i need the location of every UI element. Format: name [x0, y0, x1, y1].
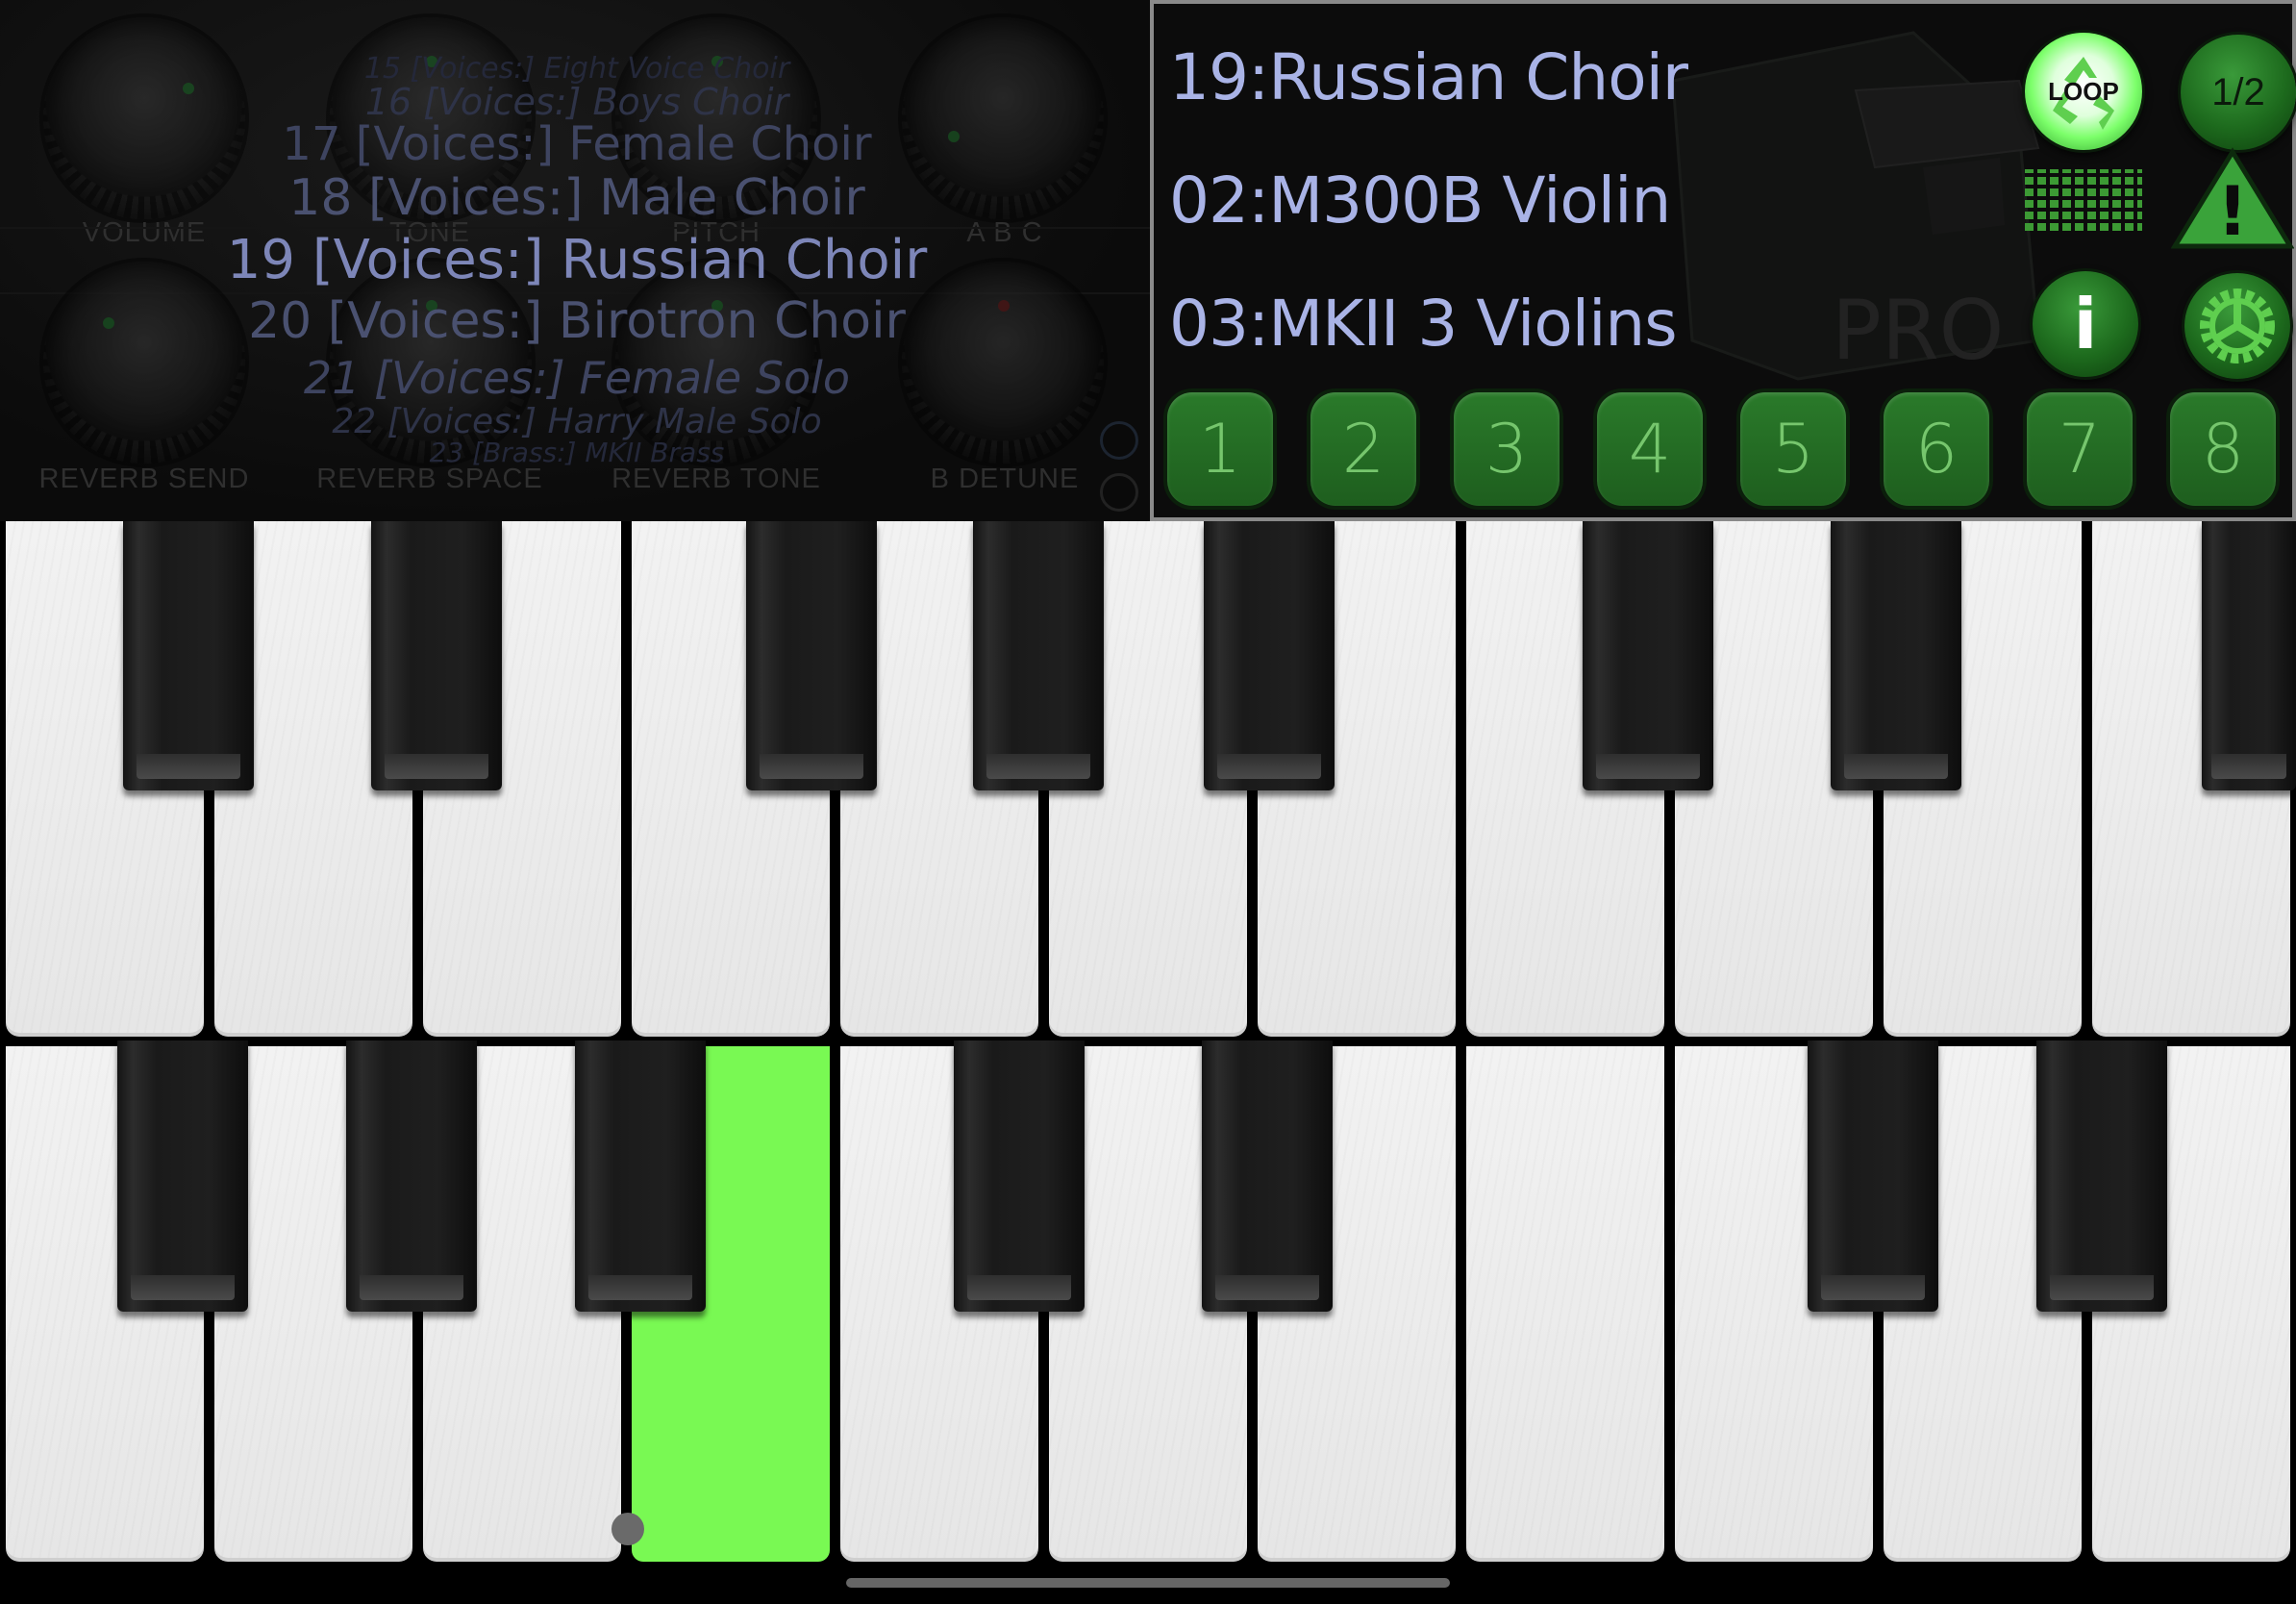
toggle-button-bottom[interactable] — [1100, 473, 1138, 512]
preset-item[interactable]: 17 [Voices:] Female Choir — [144, 117, 1010, 171]
bank-button-6[interactable]: 6 — [1884, 392, 1989, 506]
lower-black-key[interactable] — [954, 1040, 1085, 1312]
lower-black-key[interactable] — [1808, 1040, 1938, 1312]
upper-black-key[interactable] — [973, 521, 1104, 790]
lower-black-key[interactable] — [575, 1040, 706, 1312]
lower-black-key[interactable] — [2036, 1040, 2167, 1312]
upper-keyboard — [0, 521, 2296, 1040]
lower-black-key[interactable] — [1202, 1040, 1333, 1312]
preset-item[interactable]: 20 [Voices:] Birotron Choir — [144, 292, 1010, 350]
preset-item[interactable]: 21 [Voices:] Female Solo — [144, 352, 1010, 404]
upper-black-key[interactable] — [746, 521, 877, 790]
upper-black-key[interactable] — [2202, 521, 2296, 790]
preset-item[interactable]: 23 [Brass:] MKII Brass — [144, 437, 1010, 468]
info-icon: i — [2073, 284, 2098, 364]
svg-text:!: ! — [2217, 172, 2248, 251]
slot-a-name[interactable]: 19:Russian Choir — [1169, 40, 1688, 114]
bank-button-7[interactable]: 7 — [2027, 392, 2133, 506]
lower-white-key[interactable] — [1466, 1046, 1664, 1562]
loop-button[interactable]: LOOP — [2025, 33, 2142, 150]
bank-button-8[interactable]: 8 — [2170, 392, 2276, 506]
lower-keyboard — [0, 1040, 2296, 1562]
half-label: 1/2 — [2211, 70, 2265, 113]
upper-black-key[interactable] — [1831, 521, 1961, 790]
home-indicator[interactable] — [846, 1578, 1450, 1588]
gear-icon — [2200, 288, 2275, 363]
settings-button[interactable] — [2184, 273, 2290, 379]
upper-black-key[interactable] — [123, 521, 254, 790]
pro-panel: PRO 19:Russian Choir 02:M300B Violin 03:… — [1150, 0, 2296, 521]
bank-button-2[interactable]: 2 — [1310, 392, 1416, 506]
slot-b-name[interactable]: 02:M300B Violin — [1169, 163, 1671, 238]
loop-label: LOOP — [2048, 76, 2119, 106]
preset-item-selected[interactable]: 19 [Voices:] Russian Choir — [144, 229, 1010, 291]
pro-watermark: PRO — [1832, 283, 2005, 379]
lower-black-key[interactable] — [346, 1040, 477, 1312]
bank-button-3[interactable]: 3 — [1454, 392, 1560, 506]
bank-button-5[interactable]: 5 — [1740, 392, 1846, 506]
slot-c-name[interactable]: 03:MKII 3 Violins — [1169, 287, 1678, 361]
preset-item[interactable]: 18 [Voices:] Male Choir — [144, 169, 1010, 227]
info-button[interactable]: i — [2033, 271, 2138, 377]
preset-item[interactable]: 22 [Voices:] Harry Male Solo — [144, 402, 1010, 441]
upper-black-key[interactable] — [371, 521, 502, 790]
half-speed-button[interactable]: 1/2 — [2181, 35, 2296, 150]
level-meter-icon — [2025, 169, 2142, 231]
upper-black-key[interactable] — [1583, 521, 1713, 790]
toggle-button-top[interactable] — [1100, 421, 1138, 460]
bank-button-4[interactable]: 4 — [1597, 392, 1703, 506]
control-panel: VOLUME TONE PITCH A B C REVERB SEND REVE… — [0, 0, 1150, 521]
bank-button-1[interactable]: 1 — [1167, 392, 1273, 506]
touch-indicator — [611, 1513, 644, 1545]
upper-black-key[interactable] — [1204, 521, 1335, 790]
lower-black-key[interactable] — [117, 1040, 248, 1312]
warning-icon[interactable]: ! — [2171, 146, 2294, 252]
